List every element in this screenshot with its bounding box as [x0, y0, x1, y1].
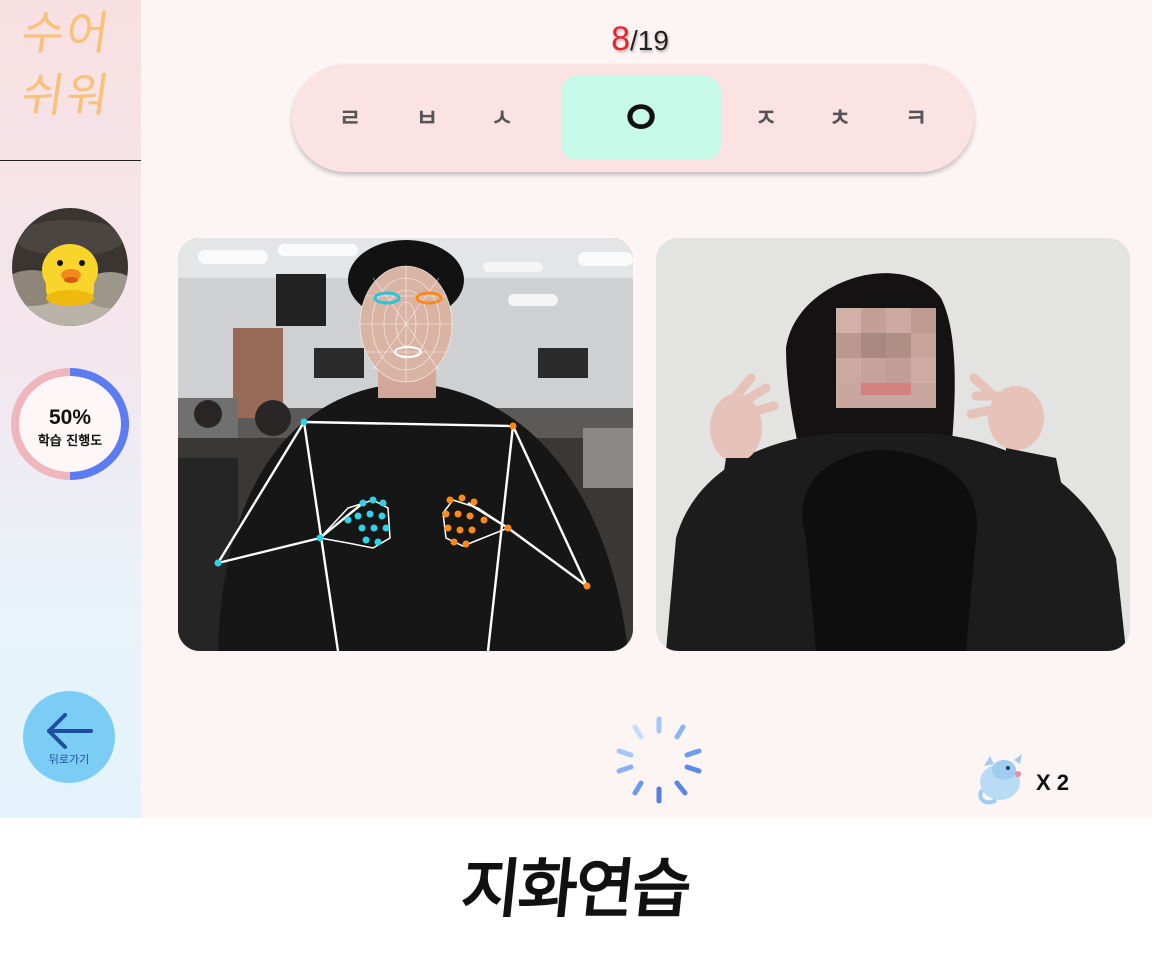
progress-percent: 50% — [48, 406, 92, 429]
lives-counter: X 2 — [974, 752, 1114, 810]
app-screen: 수어 쉬워 50% 학습 진행도 뒤로가기 8/19 ㄹ ㅂ ㅅ ㅇ ㅈ ㅊ ㅋ… — [0, 0, 1152, 818]
logo-line-1: 수어 — [18, 6, 115, 60]
letter-item-active[interactable]: ㅇ — [561, 76, 721, 160]
logo-line-2: 쉬워 — [18, 68, 115, 122]
avatar[interactable] — [12, 208, 128, 326]
progress-label: 학습 진행도 — [37, 434, 103, 449]
counter-current: 8 — [611, 20, 630, 58]
dragon-icon — [978, 754, 1022, 805]
letter-selector: ㄹ ㅂ ㅅ ㅇ ㅈ ㅊ ㅋ — [292, 64, 974, 172]
arrow-left-icon — [47, 713, 93, 749]
reference-image — [656, 238, 1130, 651]
counter-total: /19 — [629, 25, 669, 56]
back-button[interactable]: 뒤로가기 — [23, 691, 115, 783]
page-caption: 지화연습 — [457, 852, 694, 927]
letter-item[interactable]: ㄹ — [320, 64, 380, 172]
reference-video — [656, 238, 1130, 651]
app-logo: 수어 쉬워 — [0, 0, 141, 161]
letter-item[interactable]: ㅅ — [472, 64, 532, 172]
duck-avatar-icon — [12, 208, 128, 326]
loading-spinner-icon — [616, 716, 702, 804]
webcam-image — [178, 238, 633, 651]
letter-item[interactable]: ㅋ — [886, 64, 946, 172]
sidebar: 수어 쉬워 50% 학습 진행도 뒤로가기 — [0, 0, 141, 818]
webcam-feed — [178, 238, 633, 651]
lives-count: X 2 — [1036, 770, 1070, 795]
back-button-label: 뒤로가기 — [48, 753, 90, 766]
letter-item[interactable]: ㅈ — [736, 64, 796, 172]
letter-item[interactable]: ㅂ — [397, 64, 457, 172]
progress-indicator: 50% 학습 진행도 — [9, 366, 131, 482]
letter-item[interactable]: ㅊ — [810, 64, 870, 172]
lesson-counter: 8/19 — [540, 20, 740, 59]
